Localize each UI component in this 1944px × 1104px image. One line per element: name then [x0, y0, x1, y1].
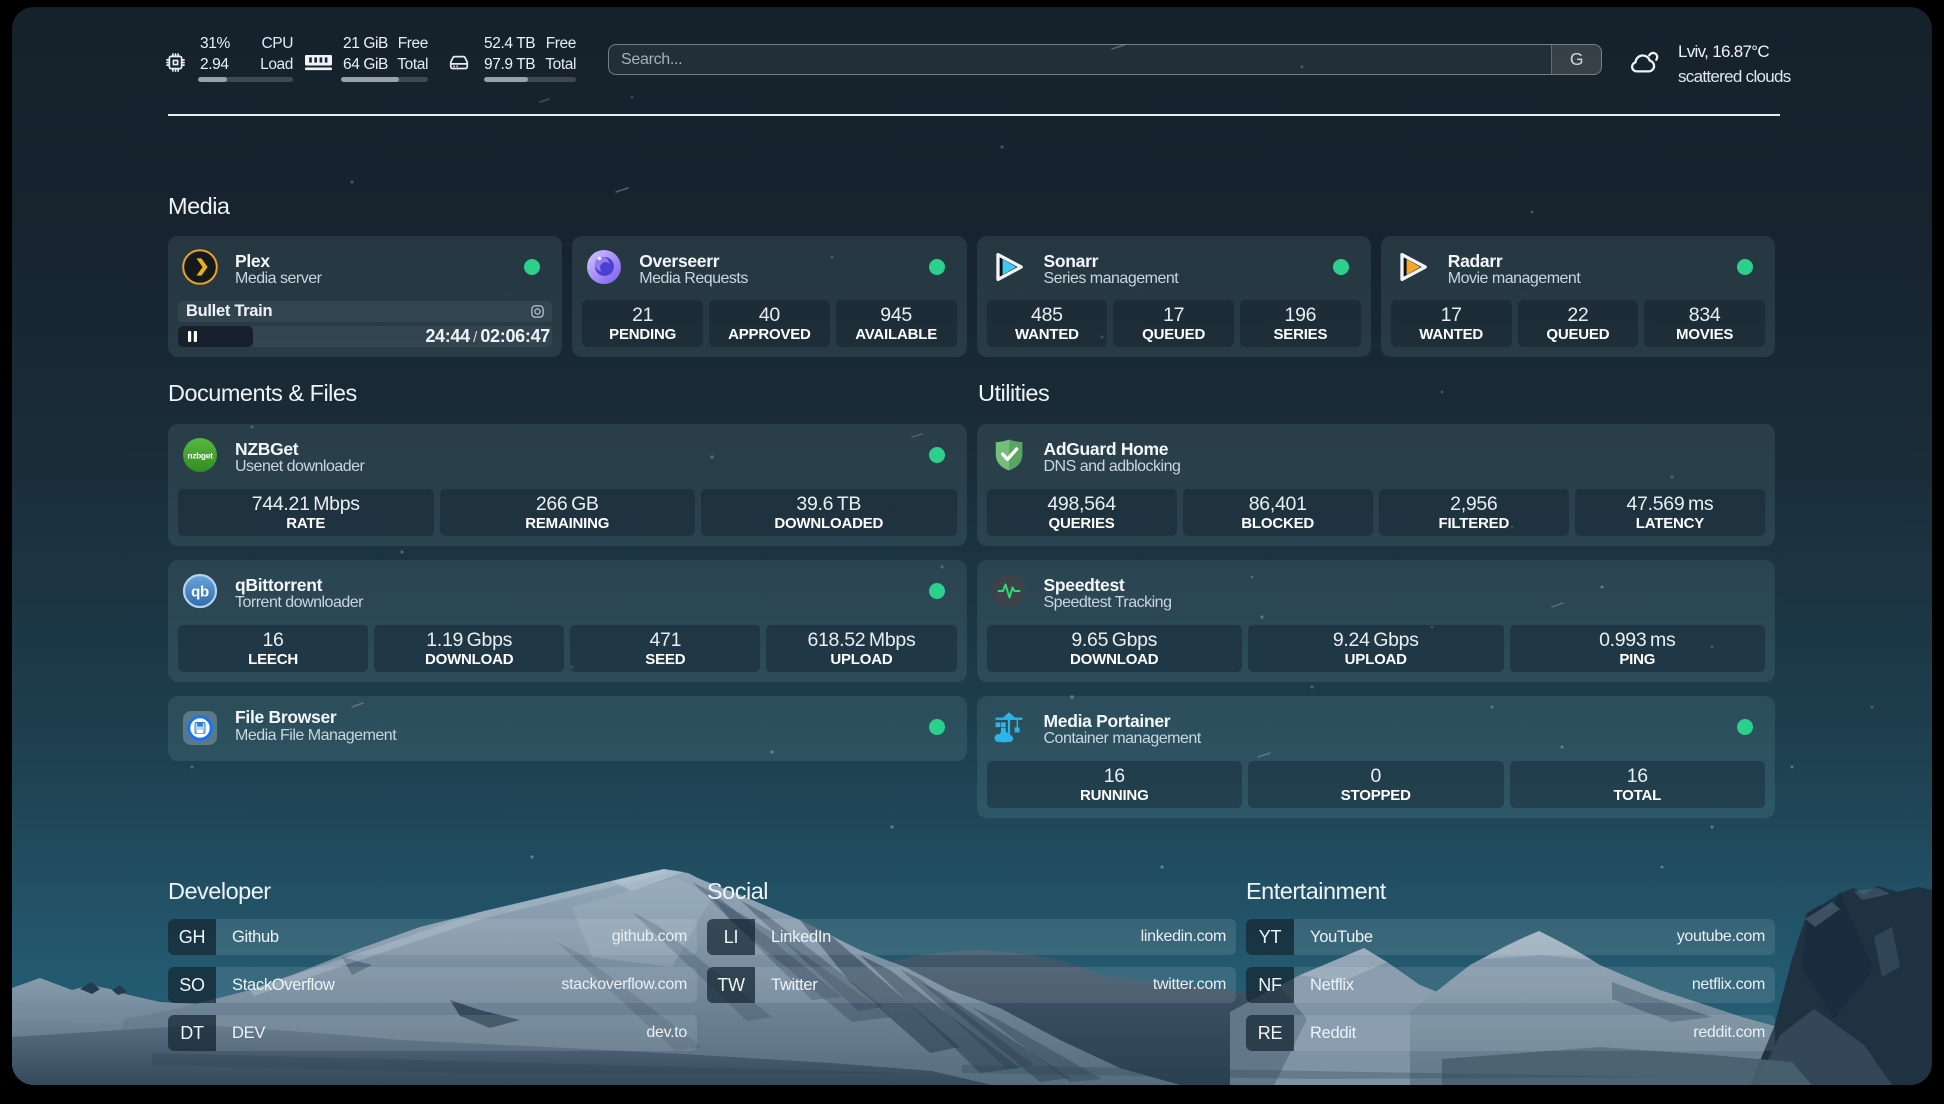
- svg-text:qb: qb: [191, 584, 209, 601]
- svg-text:nzbget: nzbget: [187, 451, 213, 461]
